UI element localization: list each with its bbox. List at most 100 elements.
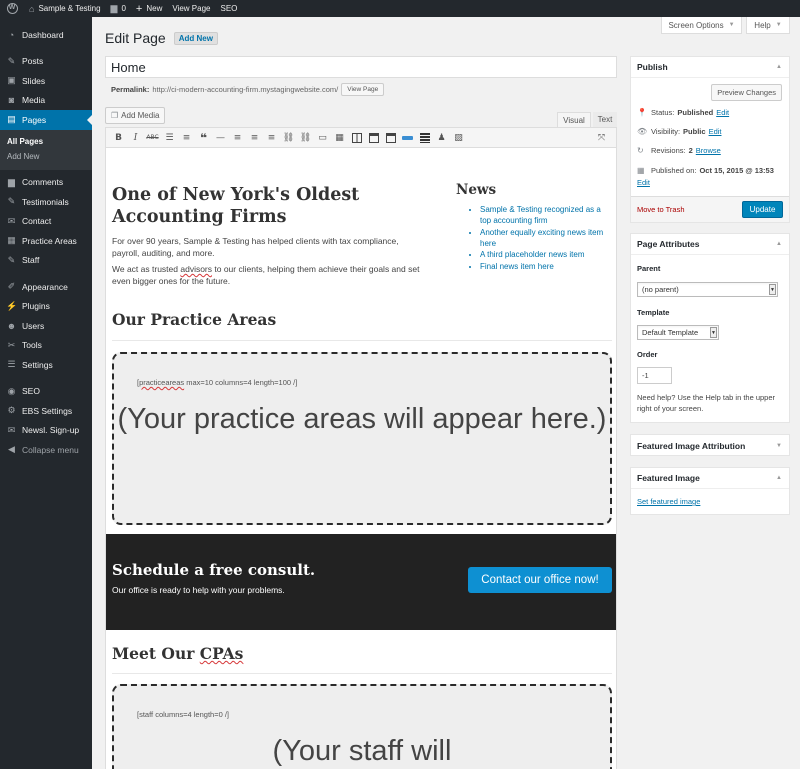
numbered-list-icon[interactable]: ≡: [178, 130, 195, 145]
unlink-icon[interactable]: ⛓: [297, 130, 314, 145]
sidebar-item-label: Dashboard: [22, 29, 64, 40]
tab-text[interactable]: Text: [593, 112, 617, 127]
strikethrough-icon[interactable]: ABC: [144, 130, 161, 145]
revisions-value: 2: [688, 146, 693, 155]
browse-revisions-link[interactable]: Browse: [696, 146, 721, 155]
new-label: New: [146, 4, 163, 13]
featured-image-header[interactable]: Featured Image ▲: [631, 468, 789, 489]
parent-label: Parent: [637, 264, 661, 273]
news-link[interactable]: Another equally exciting news item here: [480, 227, 614, 249]
sidebar-item-pages[interactable]: ▤ Pages: [0, 110, 92, 130]
status-value: Published: [677, 108, 714, 117]
italic-icon[interactable]: I: [127, 130, 144, 145]
edit-date-link[interactable]: Edit: [637, 178, 650, 187]
update-button[interactable]: Update: [742, 201, 783, 218]
caret-up-icon[interactable]: ▲: [776, 64, 782, 70]
edit-status-link[interactable]: Edit: [716, 108, 729, 117]
align-right-icon[interactable]: ≡: [263, 130, 280, 145]
wordpress-logo-icon[interactable]: W: [0, 0, 24, 17]
template-select[interactable]: Default Template ▼: [637, 325, 719, 340]
sidebar-item-practice-areas[interactable]: ▦ Practice Areas: [0, 231, 92, 251]
title-row: Edit Page Add New: [105, 30, 218, 46]
tab-visual[interactable]: Visual: [557, 112, 591, 127]
sidebar-item-appearance[interactable]: ✐ Appearance: [0, 277, 92, 297]
image-icon[interactable]: ▨: [450, 130, 467, 145]
visibility-value: Public: [683, 127, 706, 136]
news-link[interactable]: Final news item here: [480, 261, 614, 272]
view-page-link[interactable]: View Page: [167, 0, 215, 17]
news-link[interactable]: Sample & Testing recognized as a top acc…: [480, 204, 614, 226]
permalink-url[interactable]: http://ci-modern-accounting-firm.mystagi…: [152, 85, 338, 94]
link-icon[interactable]: ⛓: [280, 130, 297, 145]
wrench-icon: ✂: [7, 339, 16, 350]
pages-icon: ▤: [7, 114, 16, 125]
caret-down-icon[interactable]: ▼: [776, 443, 782, 449]
collapse-icon: ◀: [8, 444, 15, 455]
sidebar-item-newsletter[interactable]: ✉ Newsl. Sign-up: [0, 421, 92, 441]
panel-icon[interactable]: [382, 130, 399, 145]
preview-changes-button[interactable]: Preview Changes: [711, 84, 782, 101]
set-featured-image-link[interactable]: Set featured image: [637, 497, 700, 506]
fullscreen-icon[interactable]: ⤧: [593, 130, 610, 145]
horizontal-line-icon[interactable]: —: [212, 130, 229, 145]
sidebar-item-contact[interactable]: ✉ Contact: [0, 212, 92, 232]
comment-icon: ▆: [8, 176, 15, 187]
columns-icon[interactable]: [348, 130, 365, 145]
caret-down-icon: ▼: [775, 22, 782, 28]
sidebar-item-comments[interactable]: ▆ Comments: [0, 173, 92, 193]
sidebar-item-tools[interactable]: ✂ Tools: [0, 336, 92, 356]
new-content-link[interactable]: + New: [131, 0, 167, 17]
add-new-button[interactable]: Add New: [173, 31, 218, 45]
featured-image-attribution-header[interactable]: Featured Image Attribution ▼: [631, 435, 789, 456]
align-center-icon[interactable]: ≡: [246, 130, 263, 145]
bold-icon[interactable]: B: [110, 130, 127, 145]
table-icon[interactable]: [365, 130, 382, 145]
toolbar-toggle-icon[interactable]: ▦: [331, 130, 348, 145]
sidebar-item-seo[interactable]: ◉ SEO: [0, 382, 92, 402]
sidebar-item-settings[interactable]: ☰ Settings: [0, 355, 92, 375]
parent-select[interactable]: (no parent) ▼: [637, 282, 778, 297]
screen-options-button[interactable]: Screen Options ▼: [661, 17, 742, 34]
help-text: Need help? Use the Help tab in the upper…: [637, 393, 776, 413]
sidebar-item-slides[interactable]: ▣ Slides: [0, 71, 92, 91]
align-left-icon[interactable]: ≡: [229, 130, 246, 145]
practice-areas-placeholder: [practiceareas max=10 columns=4 length=1…: [112, 352, 612, 525]
shortcode-name: practiceareas: [139, 378, 185, 387]
sidebar-item-ebs-settings[interactable]: ⚙ EBS Settings: [0, 401, 92, 421]
view-page-button[interactable]: View Page: [341, 83, 385, 96]
misspelled-word: CPAs: [199, 644, 244, 663]
blockquote-icon[interactable]: ❝: [195, 130, 212, 145]
help-button[interactable]: Help ▼: [746, 17, 790, 34]
lines-icon[interactable]: [416, 130, 433, 145]
sidebar-item-staff[interactable]: ✎ Staff: [0, 251, 92, 271]
contact-office-button[interactable]: Contact our office now!: [468, 567, 612, 593]
caret-up-icon[interactable]: ▲: [776, 241, 782, 247]
publish-header[interactable]: Publish ▲: [631, 57, 789, 78]
shortcode-args: max=10 columns=4 length=100 /]: [184, 378, 298, 387]
edit-visibility-link[interactable]: Edit: [709, 127, 722, 136]
sidebar-item-posts[interactable]: ✎ Posts: [0, 52, 92, 72]
seo-link[interactable]: SEO: [215, 0, 242, 17]
caret-up-icon[interactable]: ▲: [776, 475, 782, 481]
sidebar-item-users[interactable]: ☻ Users: [0, 316, 92, 336]
submenu-all-pages[interactable]: All Pages: [0, 134, 92, 149]
submenu-add-new[interactable]: Add New: [0, 149, 92, 164]
order-input[interactable]: -1: [637, 367, 672, 384]
post-title-input[interactable]: [105, 56, 617, 78]
sidebar-item-media[interactable]: ◙ Media: [0, 91, 92, 111]
sidebar-item-dashboard[interactable]: ◔ Dashboard: [0, 25, 92, 45]
sidebar-item-plugins[interactable]: ⚡ Plugins: [0, 297, 92, 317]
collapse-menu-button[interactable]: ◀ Collapse menu: [0, 440, 92, 460]
page-attributes-header[interactable]: Page Attributes ▲: [631, 234, 789, 255]
editor-content[interactable]: One of New York's Oldest Accounting Firm…: [105, 148, 617, 769]
add-media-button[interactable]: ❐ Add Media: [105, 107, 166, 124]
comments-link[interactable]: ▆ 0: [106, 0, 131, 17]
site-name-link[interactable]: ⌂ Sample & Testing: [24, 0, 106, 17]
bullet-list-icon[interactable]: ☰: [161, 130, 178, 145]
news-link[interactable]: A third placeholder news item: [480, 249, 614, 260]
sidebar-item-testimonials[interactable]: ✎ Testimonials: [0, 192, 92, 212]
button-icon[interactable]: [399, 130, 416, 145]
read-more-icon[interactable]: ▭: [314, 130, 331, 145]
move-to-trash-link[interactable]: Move to Trash: [637, 205, 685, 214]
person-icon[interactable]: ♟: [433, 130, 450, 145]
